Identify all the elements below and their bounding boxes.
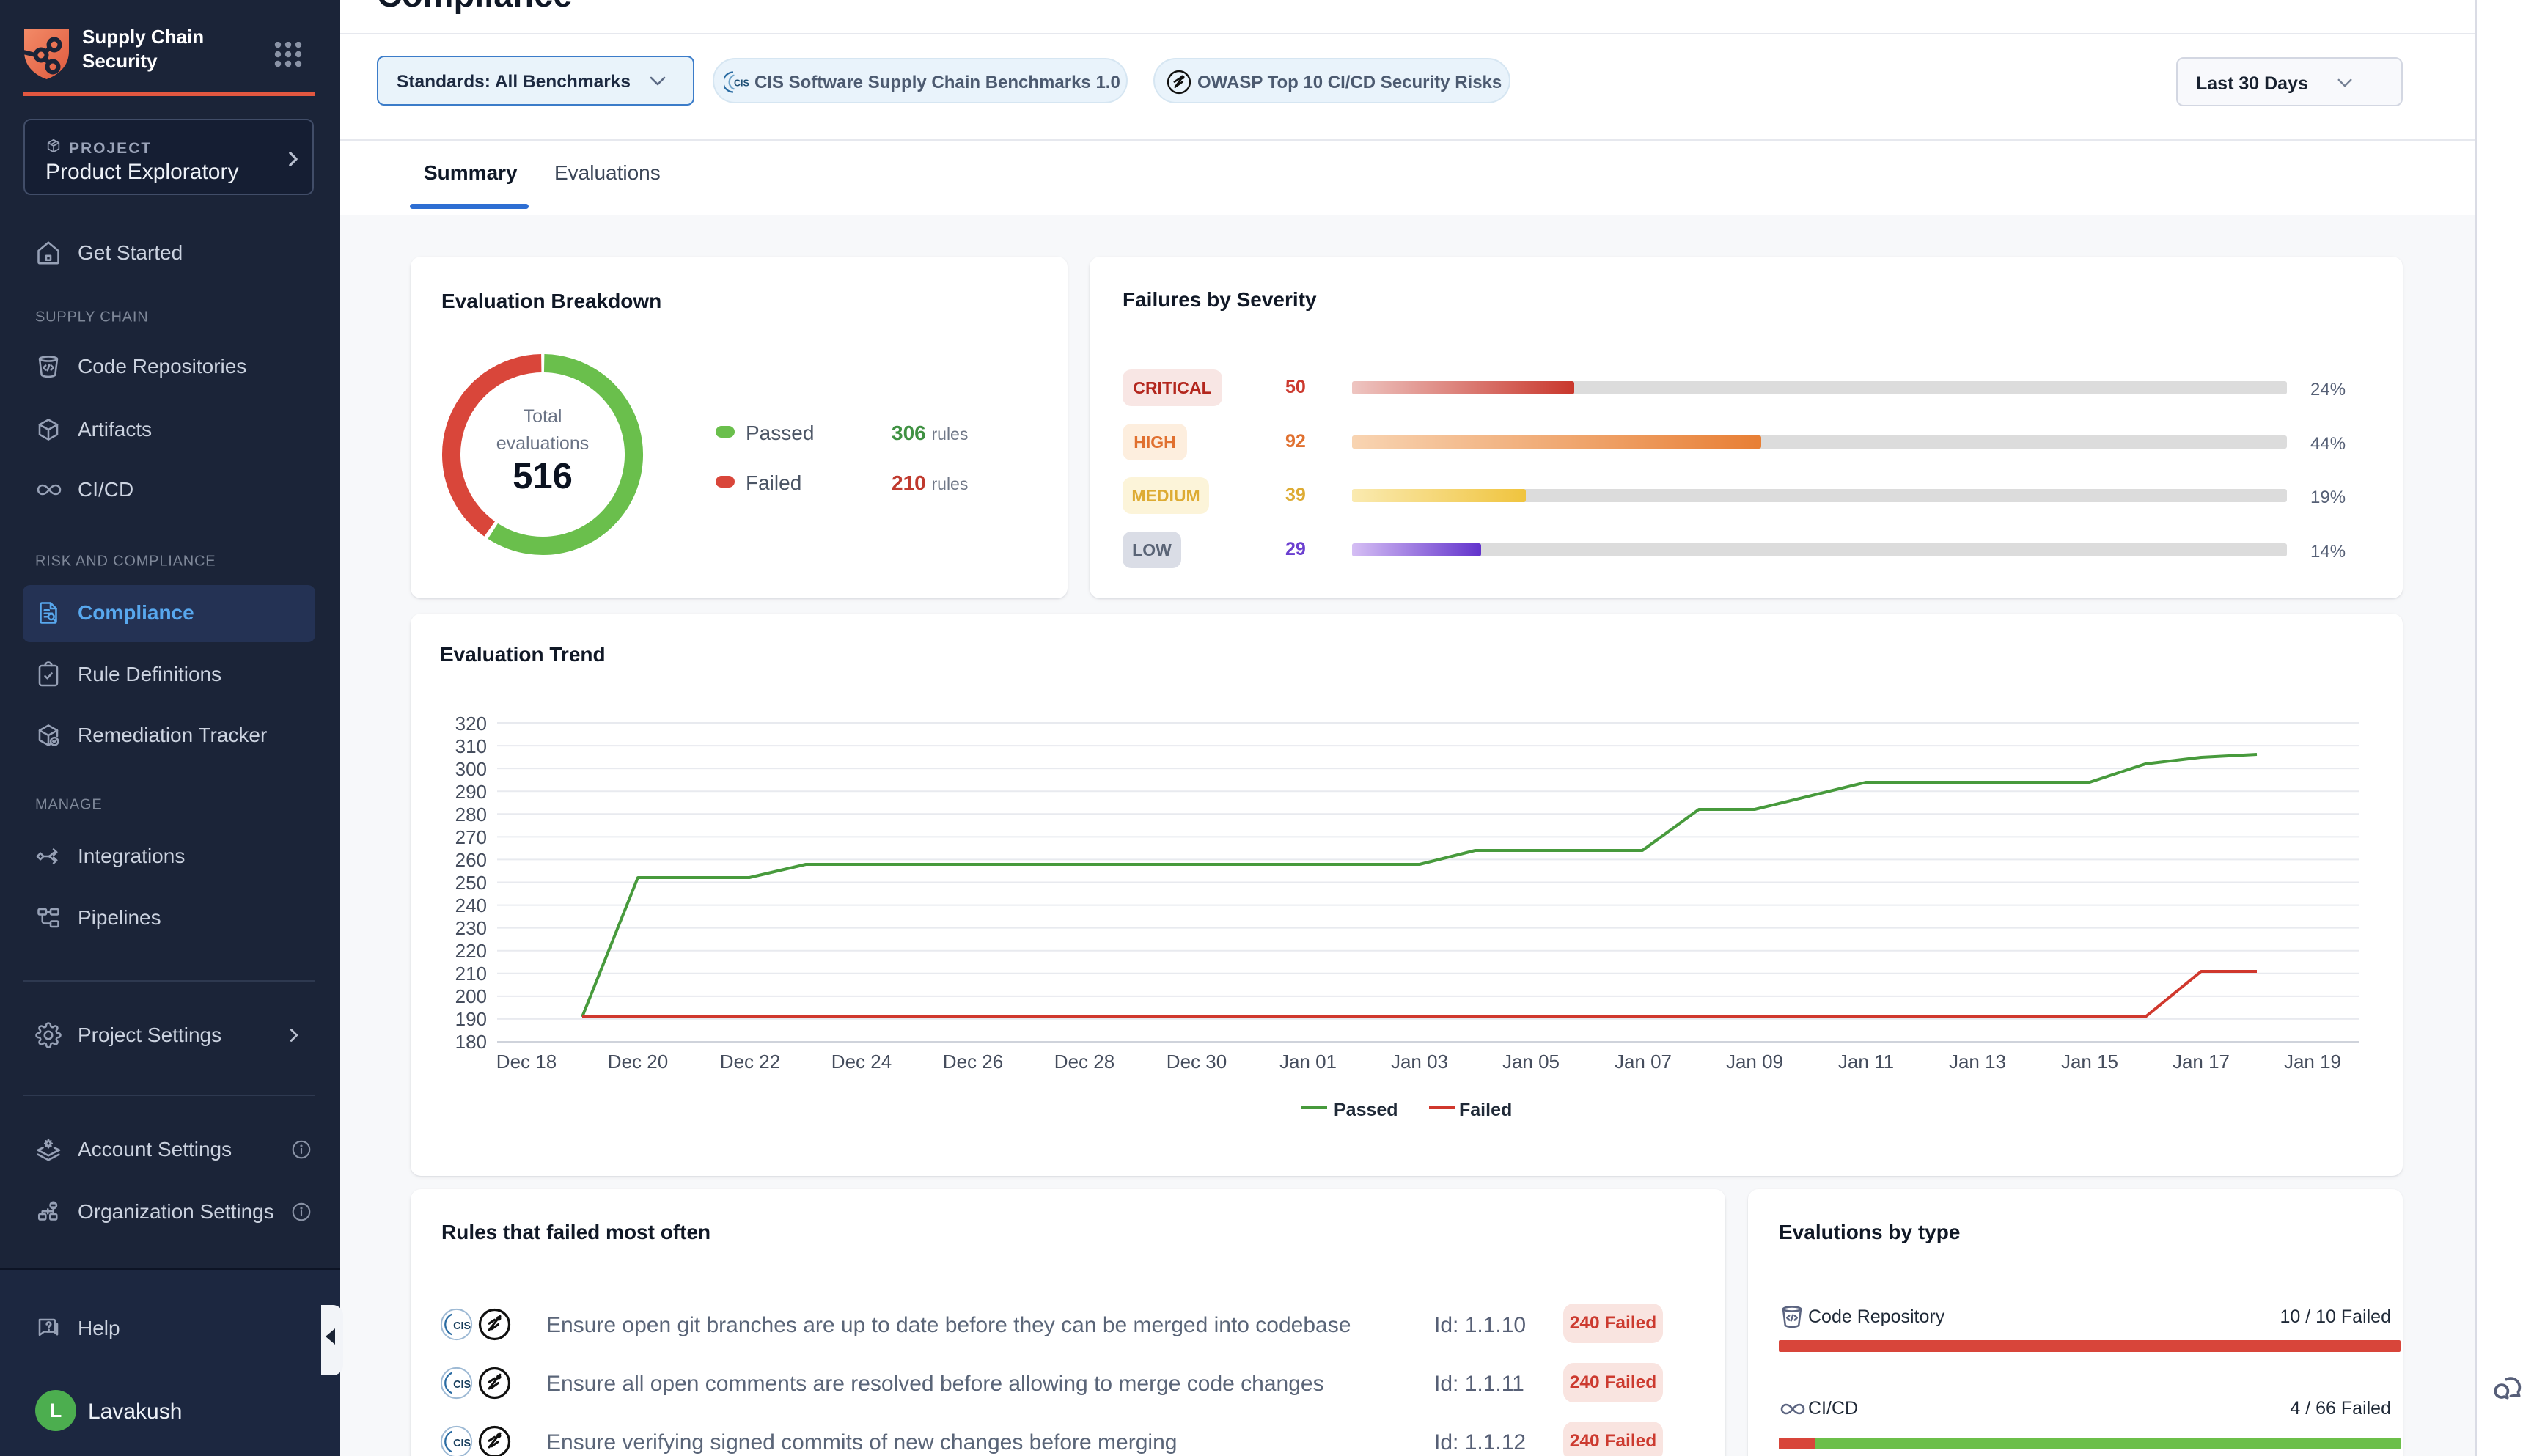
svg-text:CIS: CIS (453, 1320, 471, 1332)
svg-text:180: 180 (455, 1031, 487, 1053)
svg-text:Dec 28: Dec 28 (1054, 1051, 1114, 1073)
svg-text:230: 230 (455, 917, 487, 939)
svg-text:Dec 30: Dec 30 (1167, 1051, 1227, 1073)
svg-text:Failed: Failed (1459, 1100, 1512, 1120)
svg-text:Jan 19: Jan 19 (2284, 1051, 2341, 1073)
svg-text:Jan 17: Jan 17 (2173, 1051, 2230, 1073)
svg-text:Dec 24: Dec 24 (831, 1051, 892, 1073)
svg-text:Jan 07: Jan 07 (1615, 1051, 1672, 1073)
svg-text:Jan 03: Jan 03 (1391, 1051, 1448, 1073)
svg-text:Jan 09: Jan 09 (1726, 1051, 1783, 1073)
svg-text:260: 260 (455, 849, 487, 871)
svg-text:CIS: CIS (453, 1379, 471, 1391)
svg-text:Jan 15: Jan 15 (2061, 1051, 2118, 1073)
svg-text:290: 290 (455, 781, 487, 803)
svg-text:200: 200 (455, 985, 487, 1007)
svg-text:Jan 01: Jan 01 (1279, 1051, 1337, 1073)
svg-text:Jan 13: Jan 13 (1949, 1051, 2006, 1073)
svg-text:280: 280 (455, 804, 487, 826)
svg-text:240: 240 (455, 894, 487, 916)
svg-text:Dec 20: Dec 20 (608, 1051, 668, 1073)
svg-text:190: 190 (455, 1008, 487, 1030)
svg-text:Passed: Passed (1334, 1100, 1398, 1120)
svg-text:300: 300 (455, 758, 487, 780)
svg-text:Dec 18: Dec 18 (496, 1051, 557, 1073)
svg-text:270: 270 (455, 826, 487, 848)
svg-text:210: 210 (455, 963, 487, 985)
svg-text:CIS: CIS (734, 78, 749, 89)
svg-text:Jan 05: Jan 05 (1502, 1051, 1560, 1073)
svg-text:320: 320 (455, 713, 487, 735)
svg-text:310: 310 (455, 735, 487, 757)
svg-text:Dec 22: Dec 22 (720, 1051, 780, 1073)
svg-text:250: 250 (455, 872, 487, 894)
svg-text:CIS: CIS (453, 1438, 471, 1449)
svg-text:Jan 11: Jan 11 (1838, 1051, 1894, 1073)
svg-text:Dec 26: Dec 26 (943, 1051, 1003, 1073)
svg-text:220: 220 (455, 940, 487, 962)
